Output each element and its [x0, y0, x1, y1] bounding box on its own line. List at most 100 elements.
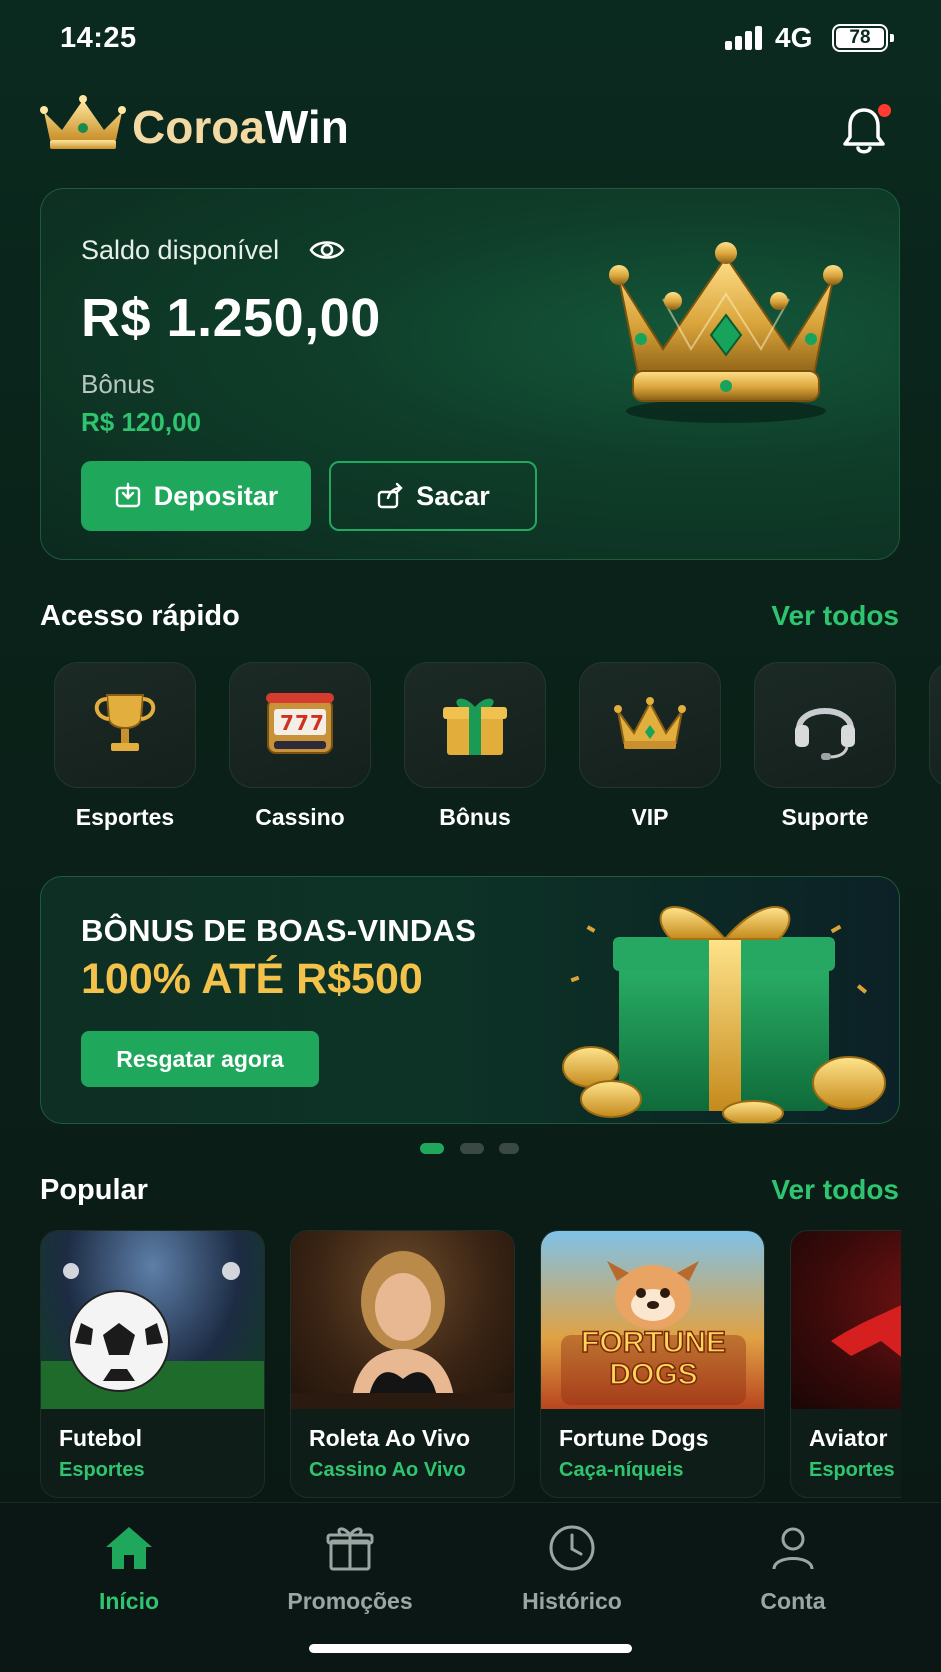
trophy-icon — [94, 694, 156, 751]
game-card-aviator[interactable]: Aviator Esportes — [790, 1230, 901, 1498]
balance-value: R$ 1.250,00 — [81, 288, 381, 348]
svg-text:7: 7 — [310, 711, 324, 735]
fortune-dogs-logo: FORTUNE DOGS — [541, 1326, 764, 1392]
app-header: CoroaWin — [40, 92, 900, 168]
withdraw-label: Sacar — [416, 480, 490, 511]
game-card-live-roulette[interactable]: Roleta Ao Vivo Cassino Ao Vivo — [290, 1230, 515, 1498]
crown-logo-icon — [40, 95, 126, 149]
clock-icon — [549, 1525, 595, 1571]
balance-label: Saldo disponível — [81, 235, 280, 265]
bonus-label: Bônus — [81, 369, 155, 399]
deposit-button[interactable]: Depositar — [81, 461, 311, 531]
quick-item-casino[interactable]: 7 7 7 Cassino — [226, 662, 374, 831]
popular-title: Popular — [40, 1174, 148, 1206]
game-thumbnail — [41, 1231, 264, 1409]
promo-banner[interactable]: BÔNUS DE BOAS-VINDAS 100% ATÉ R$500 Resg… — [40, 876, 900, 1124]
withdraw-icon — [378, 482, 403, 509]
game-name: Futebol — [59, 1425, 143, 1451]
game-category: Esportes — [59, 1459, 145, 1481]
claim-bonus-button[interactable]: Resgatar agora — [81, 1031, 319, 1087]
gift-box-illustration-icon — [562, 906, 886, 1123]
home-icon — [106, 1527, 152, 1569]
quick-item-label: Bônus — [439, 804, 511, 830]
dealer-portrait-icon — [291, 1251, 514, 1409]
quick-access-title: Acesso rápido — [40, 600, 240, 632]
quick-tile: 7 7 7 — [229, 662, 371, 788]
svg-text:7: 7 — [295, 711, 309, 735]
nav-item-account[interactable]: Conta — [693, 1521, 893, 1615]
quick-item-label: Esportes — [75, 804, 175, 830]
promo-subtitle: 100% ATÉ R$500 — [81, 955, 423, 1003]
gift-icon — [443, 698, 507, 755]
crown-illustration-icon — [609, 242, 843, 423]
signal-icon — [725, 26, 765, 50]
home-indicator[interactable] — [309, 1644, 632, 1653]
game-card-football[interactable]: Futebol Esportes — [40, 1230, 265, 1498]
nav-label: Início — [98, 1588, 160, 1614]
quick-item-label: Suporte — [781, 804, 869, 830]
game-category: Cassino Ao Vivo — [309, 1459, 466, 1481]
withdraw-button[interactable]: Sacar — [329, 461, 537, 531]
quick-access-see-all-link[interactable]: Ver todos — [771, 600, 899, 632]
eye-icon[interactable] — [309, 235, 345, 265]
quick-item-label: Cassino — [255, 804, 345, 830]
quick-item-support[interactable]: Suporte — [751, 662, 899, 831]
balance-card: Saldo disponível R$ 1.250,00 Bônus R$ 12… — [40, 188, 900, 560]
game-name: Aviator — [809, 1425, 888, 1451]
status-time: 14:25 — [60, 22, 137, 54]
svg-text:7: 7 — [280, 711, 294, 735]
game-card-fortune-dogs[interactable]: FORTUNE DOGS Fortune Dogs Caça-níqueis — [540, 1230, 765, 1498]
brand-name-part2: Win — [264, 101, 349, 153]
quick-tile — [929, 662, 941, 788]
soccer-ball-icon — [41, 1262, 264, 1409]
game-name: Fortune Dogs — [559, 1425, 709, 1451]
quick-item-more[interactable] — [926, 662, 941, 788]
game-category: Esportes — [809, 1459, 895, 1481]
quick-item-label: VIP — [631, 804, 669, 830]
logo-line-1: FORTUNE — [580, 1326, 727, 1360]
logo-line-2: DOGS — [609, 1358, 699, 1392]
carousel-dot[interactable] — [499, 1143, 519, 1154]
quick-tile — [754, 662, 896, 788]
bonus-value: R$ 120,00 — [81, 407, 201, 437]
notification-dot — [878, 104, 891, 117]
user-icon — [772, 1527, 814, 1570]
status-bar: 14:25 4G 78 — [0, 0, 941, 80]
game-thumbnail — [291, 1231, 514, 1409]
headset-icon — [795, 708, 855, 760]
deposit-icon — [115, 482, 140, 508]
quick-access-row: Esportes 7 7 7 Cassino Bônus VIP Suporte — [40, 662, 941, 832]
brand-name-part1: Coroa — [132, 101, 265, 153]
quick-item-vip[interactable]: VIP — [576, 662, 724, 831]
carousel-dot-active[interactable] — [420, 1143, 444, 1154]
airplane-icon — [831, 1305, 901, 1357]
quick-item-bonus[interactable]: Bônus — [401, 662, 549, 831]
battery-level: 78 — [836, 28, 884, 48]
quick-tile — [404, 662, 546, 788]
carousel-dot[interactable] — [460, 1143, 484, 1154]
nav-label: Conta — [760, 1588, 826, 1614]
game-thumbnail: FORTUNE DOGS — [541, 1231, 764, 1409]
quick-item-sports[interactable]: Esportes — [51, 662, 199, 831]
quick-tile — [579, 662, 721, 788]
gift-icon — [326, 1527, 374, 1571]
nav-label: Histórico — [522, 1588, 622, 1614]
slot-machine-icon: 7 7 7 — [266, 693, 334, 754]
popular-see-all-link[interactable]: Ver todos — [771, 1174, 899, 1206]
popular-games-row: Futebol Esportes Roleta Ao Vivo Cassino … — [40, 1230, 901, 1500]
game-name: Roleta Ao Vivo — [309, 1425, 471, 1451]
nav-item-home[interactable]: Início — [29, 1521, 229, 1615]
brand-name: CoroaWin — [132, 100, 349, 154]
promo-title: BÔNUS DE BOAS-VINDAS — [81, 913, 477, 948]
crown-icon — [614, 697, 686, 749]
battery-icon: 78 — [832, 24, 894, 52]
network-type: 4G — [775, 22, 813, 53]
game-category: Caça-níqueis — [559, 1459, 684, 1481]
quick-tile — [54, 662, 196, 788]
game-thumbnail — [791, 1231, 901, 1409]
carousel-dots — [420, 1143, 520, 1155]
nav-item-promotions[interactable]: Promoções — [250, 1521, 450, 1615]
nav-label: Promoções — [287, 1588, 413, 1614]
nav-item-history[interactable]: Histórico — [472, 1521, 672, 1615]
deposit-label: Depositar — [153, 480, 279, 511]
